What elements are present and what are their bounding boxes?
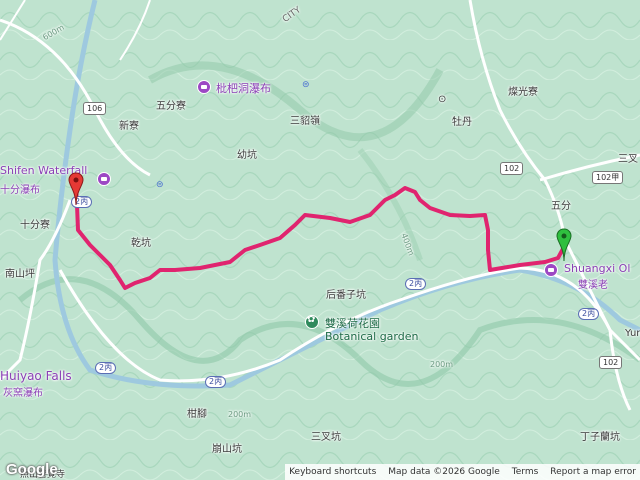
sancha-top-label: 三叉 [618, 154, 638, 165]
keyboard-shortcuts-link[interactable]: Keyboard shortcuts [289, 467, 376, 477]
nanshanping-label: 南山坪 [5, 269, 35, 280]
route-shield-2bing: 2丙 [205, 376, 227, 388]
terrain-texture [0, 0, 640, 480]
sanshaoling-label: 三貂嶺 [290, 116, 320, 127]
lotus-garden-en[interactable]: Botanical garden [325, 330, 418, 343]
shifen-waterfall-zh[interactable]: 十分瀑布 [0, 181, 40, 196]
map-data-text: Map data ©2026 Google [388, 467, 500, 477]
route-shield-2bing: 2丙 [405, 278, 427, 290]
huiyao-falls-zh[interactable]: 灰窯瀑布 [3, 384, 43, 399]
temple-icon[interactable] [544, 263, 558, 277]
elevation-label: 200m [228, 410, 252, 419]
elevation-label: 200m [430, 360, 454, 369]
shifenliao-label: 十分寮 [20, 220, 50, 231]
qiankeng-label: 乾坑 [131, 238, 151, 249]
report-error-link[interactable]: Report a map error [550, 467, 636, 477]
camera-icon[interactable] [197, 80, 211, 94]
road-shield-102: 102 [599, 356, 623, 369]
camera-icon[interactable] [97, 172, 111, 186]
shuangxi-zh[interactable]: 雙溪老 [578, 276, 608, 291]
road-shield-106: 106 [83, 102, 107, 115]
attribution-bar: Keyboard shortcuts Map data ©2026 Google… [285, 464, 640, 480]
mudan-label: 牡丹 [452, 117, 472, 128]
road-shield-102-jia: 102甲 [592, 171, 624, 184]
sanchakeng-label: 三叉坑 [311, 432, 341, 443]
terms-link[interactable]: Terms [512, 467, 539, 477]
youkeng-label: 幼坑 [237, 150, 257, 161]
pingxi-waterfall-label[interactable]: 枇杷洞瀑布 [216, 80, 271, 96]
end-pin-icon[interactable] [68, 172, 84, 206]
houfanzikeng-label: 后番子坑 [326, 290, 366, 301]
terrain-layer [0, 0, 640, 480]
wufenliao-label: 五分寮 [156, 101, 186, 112]
google-logo: Google [6, 461, 58, 478]
bus-icon: ⊜ [156, 180, 164, 190]
yun-label: Yun [625, 328, 640, 339]
dingzilankeng-label: 丁子蘭坑 [580, 432, 620, 443]
map-canvas[interactable]: CITY 枇杷洞瀑布 ⊜ 五分寮 新寮 三貂嶺 幼坑 燦光寮 牡丹 ⊙ 106 … [0, 0, 640, 480]
flower-icon[interactable] [305, 314, 319, 329]
route-shield-2bing: 2丙 [578, 308, 600, 320]
xinliao-label: 新寮 [119, 121, 139, 132]
canguangliao-label: 燦光寮 [508, 87, 538, 98]
wufen-label: 五分 [551, 201, 571, 212]
lotus-garden-zh[interactable]: 雙溪荷花園 [325, 315, 380, 331]
road-shield-102: 102 [500, 162, 524, 175]
ganjiao-label: 柑腳 [187, 409, 207, 420]
huiyao-falls-en[interactable]: Huiyao Falls [0, 369, 72, 383]
route-shield-2bing: 2丙 [95, 362, 117, 374]
shuangxi-en[interactable]: Shuangxi Ol [564, 262, 630, 275]
train-icon: ⊙ [438, 94, 447, 105]
bus-icon: ⊜ [302, 80, 310, 90]
bengshankeng-label: 崩山坑 [212, 444, 242, 455]
start-pin-icon[interactable] [556, 228, 572, 262]
